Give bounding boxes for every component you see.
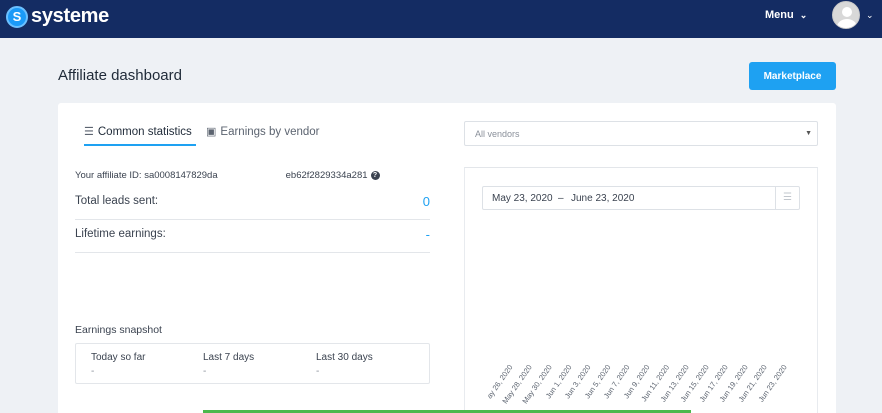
tab-label: Common statistics	[97, 125, 192, 138]
top-navbar: systeme Menu ⌄ ⌄	[0, 0, 882, 38]
user-head-icon	[842, 7, 852, 17]
date-range-picker[interactable]: May 23, 2020 – June 23, 2020 ☰	[482, 186, 800, 210]
caret-down-icon: ▼	[805, 130, 812, 137]
affiliate-id-label: Your affiliate ID:	[75, 170, 142, 181]
snapshot-30-label: Last 30 days	[316, 352, 373, 363]
snapshot-7-label: Last 7 days	[203, 352, 255, 363]
snapshot-7-value: -	[203, 366, 207, 377]
tab-earnings-by-vendor[interactable]: ▣ Earnings by vendor	[206, 125, 320, 139]
page-title: Affiliate dashboard	[58, 67, 182, 84]
stat-row-leads: Total leads sent: 0	[75, 187, 430, 220]
chevron-down-icon[interactable]: ⌄	[866, 10, 874, 21]
marketplace-button[interactable]: Marketplace	[749, 62, 836, 90]
list-icon: ☰	[84, 126, 94, 138]
dashboard-card: ☰ Common statistics ▣ Earnings by vendor…	[58, 103, 836, 413]
vendor-select-value: All vendors	[475, 129, 520, 139]
snapshot-30-value: -	[316, 366, 320, 377]
snapshot-last-7-days: Last 7 days -	[203, 352, 254, 377]
earnings-label: Lifetime earnings:	[75, 228, 166, 240]
date-range-separator: –	[558, 193, 564, 204]
vendor-select[interactable]: All vendors ▼	[464, 121, 818, 146]
snapshot-today-value: -	[91, 366, 95, 377]
earnings-snapshot: Today so far - Last 7 days - Last 30 day…	[75, 343, 430, 384]
affiliate-id: Your affiliate ID: sa0008147829da eb62f28…	[75, 170, 380, 181]
systeme-logo[interactable]: systeme	[6, 5, 109, 28]
logo-text: systeme	[31, 5, 109, 27]
affiliate-id-start: sa0008147829da	[144, 170, 218, 181]
logo-icon	[6, 5, 28, 28]
active-tab-indicator	[84, 144, 196, 146]
tab-common-statistics[interactable]: ☰ Common statistics	[84, 125, 192, 139]
date-range-start: May 23, 2020	[492, 193, 553, 204]
help-icon[interactable]: ?	[370, 171, 380, 180]
leads-label: Total leads sent:	[75, 195, 159, 207]
menu-dropdown[interactable]: Menu ⌄	[765, 9, 807, 21]
leads-value: 0	[422, 194, 430, 209]
calendar-icon[interactable]: ☰	[775, 187, 799, 209]
money-icon: ▣	[206, 126, 217, 138]
avatar[interactable]	[832, 1, 860, 29]
earnings-chart-panel: May 23, 2020 – June 23, 2020 ☰ ay 26, 20…	[464, 167, 818, 413]
affiliate-id-end: eb62f2829334a281	[285, 170, 368, 181]
snapshot-today: Today so far -	[91, 352, 145, 377]
tab-label: Earnings by vendor	[220, 125, 320, 138]
menu-label: Menu	[765, 9, 794, 21]
earnings-snapshot-title: Earnings snapshot	[75, 324, 162, 336]
snapshot-today-label: Today so far	[91, 352, 146, 363]
date-range-end: June 23, 2020	[571, 193, 635, 204]
stat-row-earnings: Lifetime earnings: -	[75, 220, 430, 253]
user-body-icon	[837, 19, 857, 28]
snapshot-last-30-days: Last 30 days -	[316, 352, 373, 377]
earnings-value: -	[425, 227, 430, 242]
chevron-down-icon: ⌄	[799, 9, 808, 20]
